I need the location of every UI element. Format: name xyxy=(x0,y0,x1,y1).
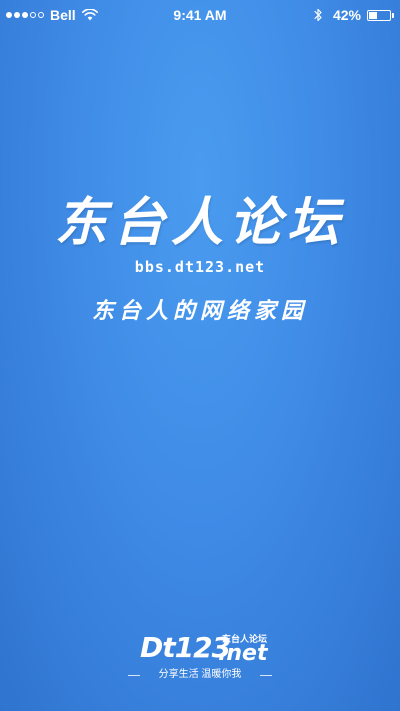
battery-icon xyxy=(367,9,391,21)
site-url: bbs.dt123.net xyxy=(134,258,266,276)
status-right: 42% xyxy=(313,0,394,30)
tagline-divider-right xyxy=(260,674,272,676)
logo-mark: Dt123 东台人论坛 .net xyxy=(140,632,270,666)
logo-tagline: 分享生活 温暖你我 xyxy=(158,669,242,680)
footer-logo: Dt123 东台人论坛 .net 分享生活 温暖你我 xyxy=(0,632,400,692)
app-title: 东台人论坛 xyxy=(54,192,345,253)
logo-tagline-row: 分享生活 温暖你我 xyxy=(128,669,272,681)
status-bar: Bell 9:41 AM 42% xyxy=(0,0,400,30)
slogan: 东台人的网络家园 xyxy=(91,298,308,324)
battery-fill xyxy=(369,11,378,19)
battery-tip xyxy=(392,12,394,18)
tagline-divider-left xyxy=(128,674,140,676)
logo-main-text: Dt123 xyxy=(140,631,231,664)
logo-net-text: .net xyxy=(218,641,268,666)
splash-screen: Bell 9:41 AM 42% 东台人论坛 bbs.dt123.net 东台人… xyxy=(0,0,400,711)
battery-percent: 42% xyxy=(332,7,361,23)
bluetooth-icon xyxy=(314,8,322,22)
